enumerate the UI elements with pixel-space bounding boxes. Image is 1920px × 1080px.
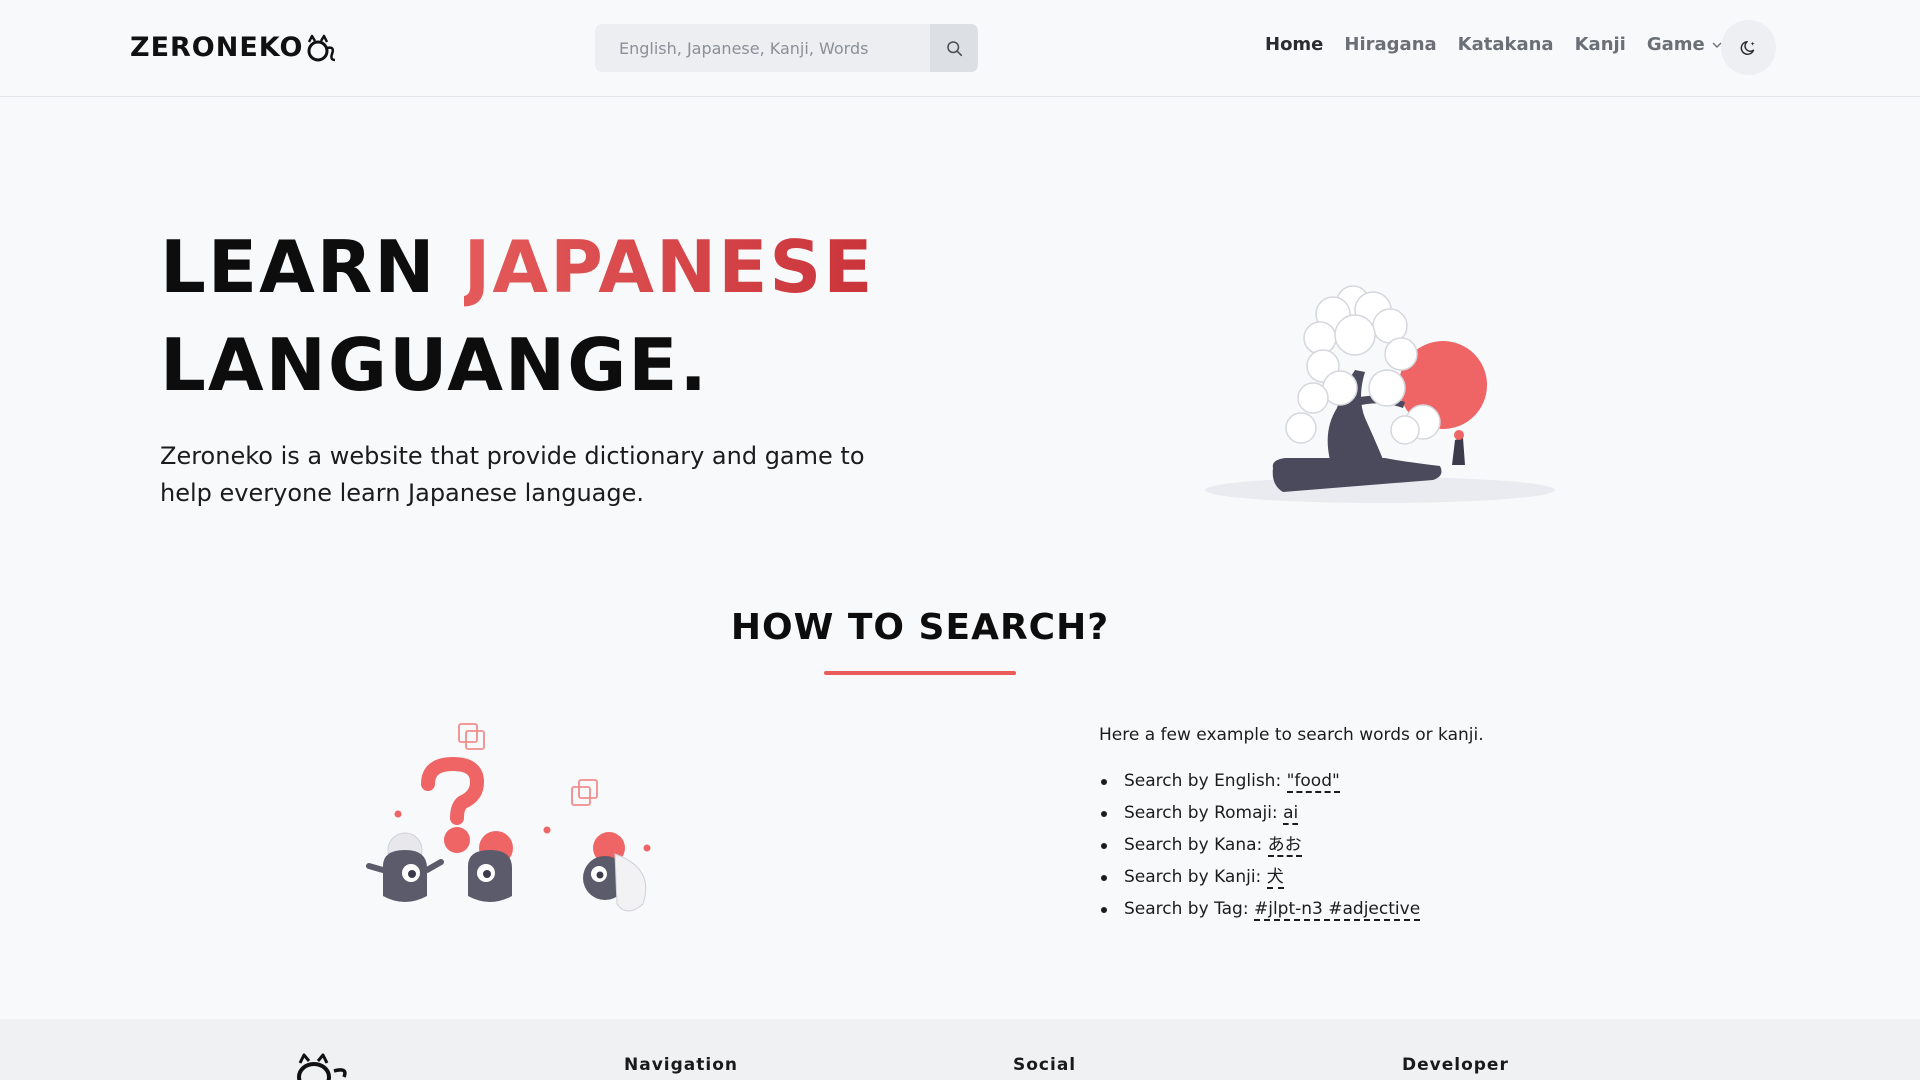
logo-text: ZERONEKO	[130, 32, 304, 63]
search-icon	[946, 40, 962, 56]
hero-title-line2: LANGUANGE.	[160, 323, 709, 407]
footer-social-heading: Social	[1013, 1055, 1077, 1075]
section-title-underline	[824, 671, 1016, 675]
site-logo[interactable]: ZERONEKO	[130, 32, 337, 63]
list-item: Search by Romaji: ai	[1099, 797, 1619, 829]
search-examples-list: Search by English: "food" Search by Roma…	[1099, 765, 1619, 925]
main-nav: Home Hiragana Katakana Kanji Game	[1265, 34, 1722, 55]
example-label: Search by Kana:	[1124, 835, 1263, 855]
list-item: Search by English: "food"	[1099, 765, 1619, 797]
site-footer: Navigation Social Developer	[0, 1019, 1920, 1080]
search-bar	[595, 24, 978, 72]
example-query-link[interactable]: 犬	[1266, 867, 1284, 889]
example-query-link[interactable]: "food"	[1286, 771, 1340, 793]
example-label: Search by Tag:	[1124, 899, 1249, 919]
example-query-link[interactable]: #jlpt-n3 #adjective	[1253, 899, 1421, 921]
example-label: Search by English:	[1124, 771, 1282, 791]
bonsai-tree-illustration	[1205, 285, 1555, 503]
footer-developer-heading: Developer	[1402, 1055, 1509, 1075]
question-creatures-illustration	[366, 723, 651, 912]
list-item: Search by Kana: あお	[1099, 829, 1619, 861]
example-query-link[interactable]: あお	[1267, 835, 1302, 857]
search-examples-intro: Here a few example to search words or ka…	[1099, 725, 1484, 745]
footer-navigation-heading: Navigation	[624, 1055, 738, 1075]
theme-toggle-button[interactable]	[1721, 20, 1776, 75]
example-label: Search by Romaji:	[1124, 803, 1278, 823]
cat-logo-icon	[307, 34, 336, 61]
hero-title: LEARN JAPANESE LANGUANGE.	[160, 218, 874, 414]
cat-logo-icon	[297, 1053, 347, 1080]
nav-hiragana[interactable]: Hiragana	[1344, 34, 1436, 55]
list-item: Search by Tag: #jlpt-n3 #adjective	[1099, 893, 1619, 925]
search-button[interactable]	[930, 24, 978, 72]
hero-title-accent: JAPANESE	[463, 225, 875, 309]
hero-title-learn: LEARN	[160, 225, 437, 309]
example-query-link[interactable]: ai	[1283, 803, 1299, 825]
hero-title-line1: LEARN JAPANESE	[160, 218, 874, 316]
how-to-search-title: HOW TO SEARCH?	[730, 607, 1110, 648]
nav-game-label: Game	[1646, 34, 1705, 55]
search-input[interactable]	[595, 24, 930, 72]
list-item: Search by Kanji: 犬	[1099, 861, 1619, 893]
nav-game[interactable]: Game	[1647, 34, 1722, 55]
moon-sparkle-icon	[1740, 40, 1755, 55]
search-examples: Here a few example to search words or ka…	[1099, 725, 1619, 925]
example-label: Search by Kanji:	[1124, 867, 1262, 887]
nav-katakana[interactable]: Katakana	[1458, 34, 1554, 55]
nav-home[interactable]: Home	[1265, 34, 1323, 55]
nav-kanji[interactable]: Kanji	[1575, 34, 1626, 55]
site-header: ZERONEKO Home Hiragana Katakana Kanji Ga…	[0, 0, 1920, 97]
hero-description: Zeroneko is a website that provide dicti…	[160, 442, 865, 507]
